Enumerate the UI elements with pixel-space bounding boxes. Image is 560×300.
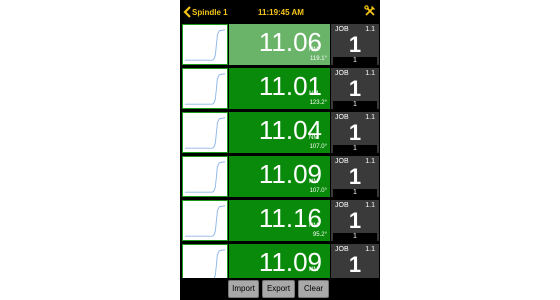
- torque-trace-graph[interactable]: [182, 112, 228, 153]
- angle-value: 119.1°: [310, 56, 327, 62]
- torque-value: 11.09: [258, 159, 322, 189]
- trace-icon: [184, 205, 226, 237]
- result-row[interactable]: 11.09 NM 107.0° JOB 1.1 1 1: [180, 155, 380, 198]
- torque-value-box[interactable]: 11.06 NM 119.1°: [229, 24, 330, 65]
- torque-trace-graph[interactable]: [182, 156, 228, 197]
- torque-unit: NM: [309, 47, 319, 53]
- torque-trace-graph[interactable]: [182, 68, 228, 109]
- job-step: 1: [333, 233, 377, 241]
- torque-unit: NM: [309, 135, 319, 141]
- trace-icon: [184, 117, 226, 149]
- torque-unit: NM: [309, 267, 319, 273]
- torque-value: 11.06: [258, 27, 322, 57]
- trace-icon: [184, 29, 226, 61]
- export-button[interactable]: Export: [262, 280, 295, 298]
- result-row[interactable]: 11.06 NM 119.1° JOB 1.1 1 1: [180, 23, 380, 66]
- angle-value: 95.2°: [312, 232, 327, 238]
- torque-value-box[interactable]: 11.16 NM 95.2°: [229, 200, 330, 241]
- torque-value: 11.04: [258, 115, 322, 145]
- job-step: 1: [333, 189, 377, 197]
- header-bar: Spindle 1 11:19:45 AM: [180, 0, 380, 24]
- torque-value-box[interactable]: 11.09 NM 107.0°: [229, 156, 330, 197]
- torque-trace-graph[interactable]: [182, 24, 228, 65]
- job-box[interactable]: JOB 1.1 1 1: [331, 156, 379, 197]
- angle-value: 107.0°: [309, 144, 327, 150]
- job-step: 1: [333, 101, 377, 109]
- import-button[interactable]: Import: [228, 280, 259, 298]
- job-step: 1: [333, 145, 377, 153]
- result-row[interactable]: 11.04 NM 107.0° JOB 1.1 1 1: [180, 111, 380, 154]
- job-batch-count: 1: [348, 76, 362, 101]
- trace-icon: [184, 161, 226, 193]
- app-window: Spindle 1 11:19:45 AM 11.06 NM 119.1° JOB 1.…: [180, 0, 380, 300]
- clear-button[interactable]: Clear: [298, 280, 329, 298]
- torque-value: 11.16: [258, 203, 322, 233]
- result-row[interactable]: 11.01 NM 123.2° JOB 1.1 1 1: [180, 67, 380, 110]
- job-batch-count: 1: [348, 32, 362, 57]
- job-batch-count: 1: [348, 164, 362, 189]
- job-box[interactable]: JOB 1.1 1 1: [331, 112, 379, 153]
- job-batch-count: 1: [348, 208, 362, 233]
- job-batch-count: 1: [348, 252, 362, 277]
- page-title[interactable]: Spindle 1: [192, 8, 228, 17]
- job-box[interactable]: JOB 1.1 1 1: [331, 200, 379, 241]
- result-row[interactable]: 11.16 NM 95.2° JOB 1.1 1 1: [180, 199, 380, 242]
- job-box[interactable]: JOB 1.1 1 1: [331, 24, 379, 65]
- torque-trace-graph[interactable]: [182, 200, 228, 241]
- footer-bar: Import Export Clear: [180, 278, 380, 300]
- torque-unit: NM: [309, 223, 319, 229]
- trace-icon: [184, 73, 226, 105]
- torque-unit: NM: [309, 91, 319, 97]
- torque-value-box[interactable]: 11.04 NM 107.0°: [229, 112, 330, 153]
- job-batch-count: 1: [348, 120, 362, 145]
- torque-value: 11.09: [258, 247, 322, 277]
- wrench-screwdriver-icon[interactable]: [364, 5, 376, 17]
- clock: 11:19:45 AM: [258, 8, 304, 17]
- job-box[interactable]: JOB 1.1 1 1: [331, 68, 379, 109]
- angle-value: 107.0°: [309, 188, 327, 194]
- torque-value-box[interactable]: 11.01 NM 123.2°: [229, 68, 330, 109]
- angle-value: 123.2°: [309, 100, 327, 106]
- torque-value: 11.01: [258, 71, 322, 101]
- job-step: 1: [333, 57, 377, 65]
- torque-unit: NM: [309, 179, 319, 185]
